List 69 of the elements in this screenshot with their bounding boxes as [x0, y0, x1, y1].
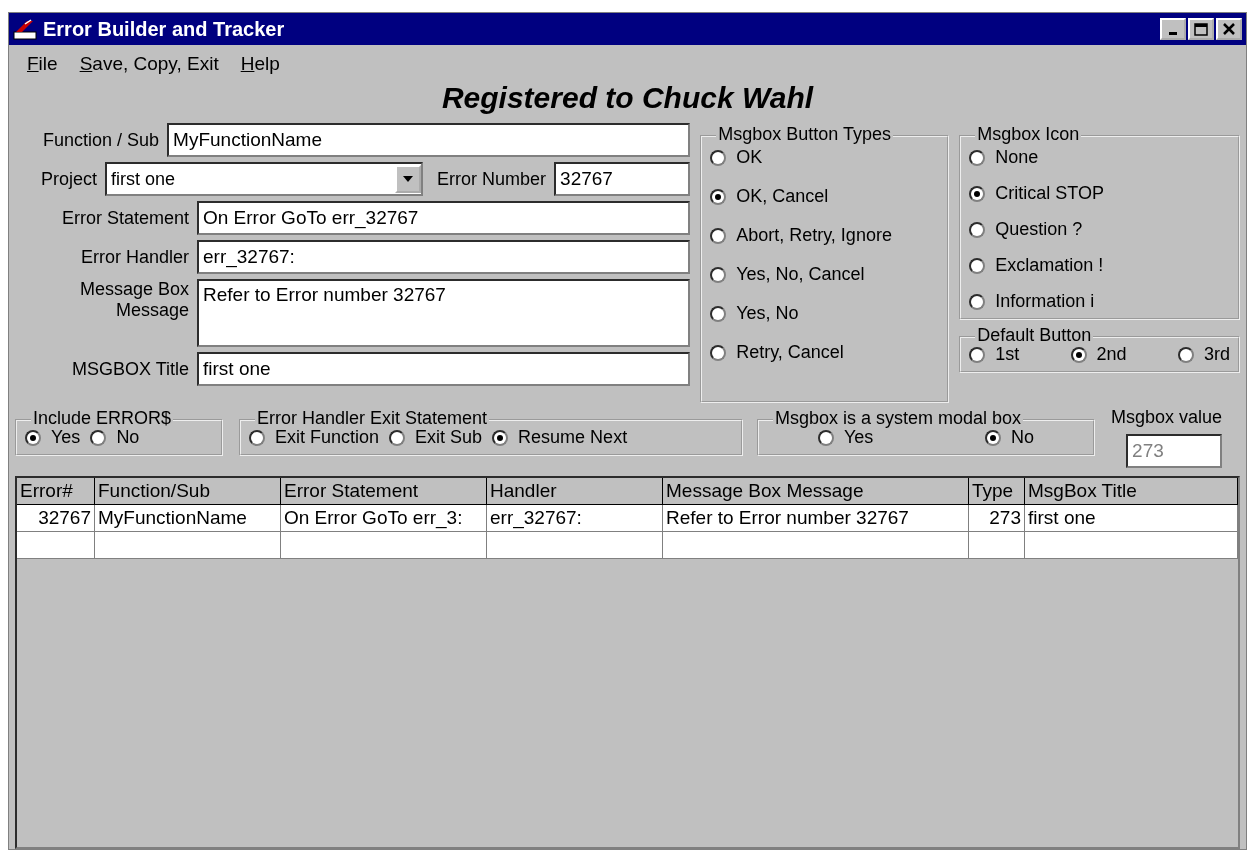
- menu-item[interactable]: Save, Copy, Exit: [79, 53, 219, 75]
- text-field[interactable]: 32767: [554, 162, 691, 196]
- radio-option[interactable]: Exclamation !: [969, 255, 1230, 276]
- group-title: Msgbox is a system modal box: [773, 408, 1024, 429]
- radio-option[interactable]: Resume Next: [492, 427, 628, 448]
- table-cell: MyFunctionName: [95, 505, 281, 532]
- field-label: Msgbox value: [1111, 407, 1223, 428]
- column-header[interactable]: Type: [969, 478, 1025, 505]
- column-header[interactable]: Handler: [487, 478, 663, 505]
- minimize-icon: [1169, 32, 1177, 35]
- column-header[interactable]: Function/Sub: [95, 478, 281, 505]
- text-field[interactable]: first one: [197, 352, 691, 386]
- radio-option[interactable]: None: [969, 147, 1230, 168]
- table-cell: first one: [1025, 505, 1238, 532]
- field-label: Message: [115, 300, 189, 321]
- radio-option[interactable]: No: [90, 427, 140, 448]
- column-header[interactable]: Message Box Message: [663, 478, 969, 505]
- close-icon: [1223, 23, 1235, 35]
- minimize-button[interactable]: [1160, 18, 1186, 40]
- column-header[interactable]: Error#: [17, 478, 95, 505]
- table-cell: [969, 532, 1025, 559]
- radio-option[interactable]: Critical STOP: [969, 183, 1230, 204]
- app-icon: [13, 18, 37, 40]
- group-title: Include ERROR$: [31, 408, 174, 429]
- radio-option[interactable]: Exit Function: [249, 427, 380, 448]
- text-area[interactable]: Refer to Error number 32767: [197, 279, 691, 347]
- radio-option[interactable]: Exit Sub: [389, 427, 483, 448]
- close-button[interactable]: [1216, 18, 1242, 40]
- menu-item[interactable]: File: [27, 53, 58, 75]
- radio-option[interactable]: Abort, Retry, Ignore: [710, 225, 940, 246]
- text-field[interactable]: MyFunctionName: [167, 123, 691, 157]
- radio-option[interactable]: Question ?: [969, 219, 1230, 240]
- radio-option[interactable]: 2nd: [1070, 344, 1127, 365]
- field-label: MSGBOX Title: [70, 358, 189, 380]
- table-cell: On Error GoTo err_3:: [281, 505, 487, 532]
- field-label: Message Box: [79, 279, 189, 300]
- table-cell: 32767: [17, 505, 95, 532]
- radio-option[interactable]: 3rd: [1178, 344, 1230, 365]
- radio-option[interactable]: OK, Cancel: [710, 186, 940, 207]
- radio-option[interactable]: Information i: [969, 291, 1230, 312]
- window-title: Error Builder and Tracker: [43, 17, 286, 41]
- maximize-icon: [1194, 22, 1208, 36]
- table-cell: 273: [969, 505, 1025, 532]
- group-title: Msgbox Button Types: [716, 124, 893, 145]
- table-cell: err_32767:: [487, 505, 663, 532]
- menu-item[interactable]: Help: [240, 53, 280, 75]
- field-label: Error Number: [437, 168, 547, 190]
- project-dropdown[interactable]: first one: [105, 162, 424, 196]
- radio-option[interactable]: Yes: [25, 427, 81, 448]
- radio-option[interactable]: 1st: [969, 344, 1020, 365]
- field-label: Project: [41, 168, 98, 190]
- field-label: Error Handler: [79, 246, 189, 268]
- radio-option[interactable]: Retry, Cancel: [710, 342, 940, 363]
- column-header[interactable]: Error Statement: [281, 478, 487, 505]
- radio-option[interactable]: Yes, No: [710, 303, 940, 324]
- text-field[interactable]: err_32767:: [197, 240, 691, 274]
- radio-option[interactable]: OK: [710, 147, 940, 168]
- maximize-button[interactable]: [1188, 18, 1214, 40]
- registration-heading: Registered to Chuck Wahl: [440, 81, 815, 115]
- text-field: 273: [1126, 434, 1223, 468]
- field-label: Function / Sub: [43, 129, 160, 151]
- field-label: Error Statement: [60, 207, 189, 229]
- text-field[interactable]: On Error GoTo err_32767: [197, 201, 691, 235]
- radio-option[interactable]: No: [985, 427, 1035, 448]
- group-title: Msgbox Icon: [975, 124, 1082, 145]
- radio-option[interactable]: Yes, No, Cancel: [710, 264, 940, 285]
- radio-option[interactable]: Yes: [817, 427, 874, 448]
- column-header[interactable]: MsgBox Title: [1025, 478, 1238, 505]
- table-cell: Refer to Error number 32767: [663, 505, 969, 532]
